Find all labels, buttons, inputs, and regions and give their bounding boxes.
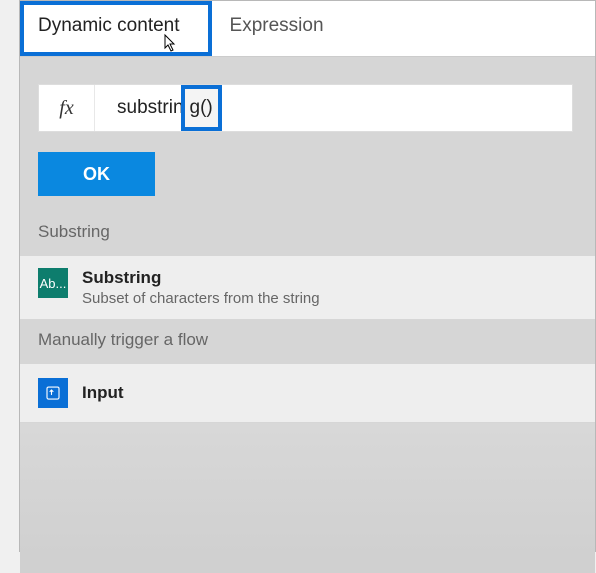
- formula-input[interactable]: substrin g(): [95, 85, 572, 131]
- list-item-substring[interactable]: Ab... Substring Subset of characters fro…: [20, 256, 595, 320]
- input-icon: [38, 378, 68, 408]
- fx-icon: fx: [39, 85, 95, 131]
- tab-dynamic-content[interactable]: Dynamic content: [20, 1, 212, 56]
- formula-bar[interactable]: fx substrin g(): [38, 84, 573, 132]
- string-function-icon: Ab...: [38, 268, 68, 298]
- tab-label: Dynamic content: [38, 15, 180, 36]
- section-header-substring: Substring: [20, 212, 595, 256]
- dynamic-content-panel: Dynamic content Expression fx substrin g…: [19, 0, 596, 552]
- item-text-block: Substring Subset of characters from the …: [82, 268, 320, 307]
- button-row: OK: [20, 132, 595, 212]
- section-header-trigger: Manually trigger a flow: [20, 320, 595, 364]
- ok-button[interactable]: OK: [38, 152, 155, 196]
- tab-bar: Dynamic content Expression: [20, 1, 595, 57]
- list-item-input[interactable]: Input: [20, 364, 595, 423]
- tab-expression[interactable]: Expression: [212, 1, 356, 56]
- empty-area: [20, 423, 595, 573]
- formula-cursor-highlight: g(): [181, 85, 222, 131]
- item-description: Subset of characters from the string: [82, 290, 320, 307]
- tab-label: Expression: [230, 15, 324, 36]
- item-title: Input: [82, 383, 124, 403]
- formula-text-prefix: substrin: [117, 97, 184, 119]
- item-title: Substring: [82, 268, 320, 288]
